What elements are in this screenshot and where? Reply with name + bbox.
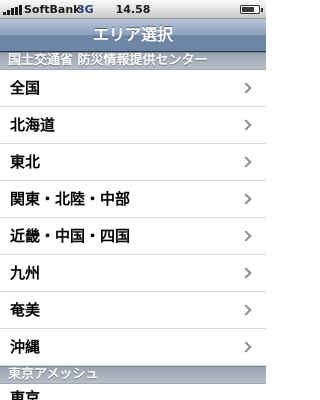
- section-header-bousai: 国土交通省 防災情報提供センター: [0, 52, 266, 70]
- chevron-right-icon: [240, 156, 252, 168]
- list-item-kinki-chugoku-shikoku[interactable]: 近畿・中国・四国: [0, 218, 266, 255]
- nav-bar: エリア選択: [0, 19, 266, 52]
- status-time: 14.58: [115, 3, 151, 16]
- chevron-right-icon: [240, 119, 252, 131]
- chevron-right-icon: [240, 82, 252, 94]
- list-item-zenkoku[interactable]: 全国: [0, 70, 266, 107]
- list-item-label: 沖縄: [10, 338, 41, 356]
- area-list: 全国 北海道 東北 関東・北陸・中部 近畿・中国・四国 九州 奄美 沖縄: [0, 70, 266, 366]
- list-item-tohoku[interactable]: 東北: [0, 144, 266, 181]
- list-item-hokkaido[interactable]: 北海道: [0, 107, 266, 144]
- list-item-kanto-hokuriku-chubu[interactable]: 関東・北陸・中部: [0, 181, 266, 218]
- list-item-label: 近畿・中国・四国: [10, 227, 131, 245]
- list-item-label: 九州: [10, 264, 41, 282]
- chevron-right-icon: [240, 267, 252, 279]
- list-item-label: 関東・北陸・中部: [10, 190, 131, 208]
- list-item-amami[interactable]: 奄美: [0, 292, 266, 329]
- page-title: エリア選択: [92, 25, 173, 44]
- chevron-right-icon: [240, 230, 252, 242]
- list-item-kyushu[interactable]: 九州: [0, 255, 266, 292]
- chevron-right-icon: [240, 304, 252, 316]
- list-item-tokyo[interactable]: 東京: [0, 384, 266, 400]
- chevron-right-icon: [240, 341, 252, 353]
- list-item-label: 東北: [10, 153, 41, 171]
- chevron-right-icon: [240, 193, 252, 205]
- list-item-label: 全国: [10, 79, 41, 97]
- list-item-label: 東京: [10, 389, 41, 400]
- section-header-tokyo-amesh: 東京アメッシュ: [0, 366, 266, 384]
- list-item-okinawa[interactable]: 沖縄: [0, 329, 266, 366]
- list-item-label: 奄美: [10, 301, 41, 319]
- status-bar: SoftBank 3G 14.58: [0, 0, 266, 19]
- battery-icon: [240, 5, 263, 14]
- list-item-label: 北海道: [10, 116, 56, 134]
